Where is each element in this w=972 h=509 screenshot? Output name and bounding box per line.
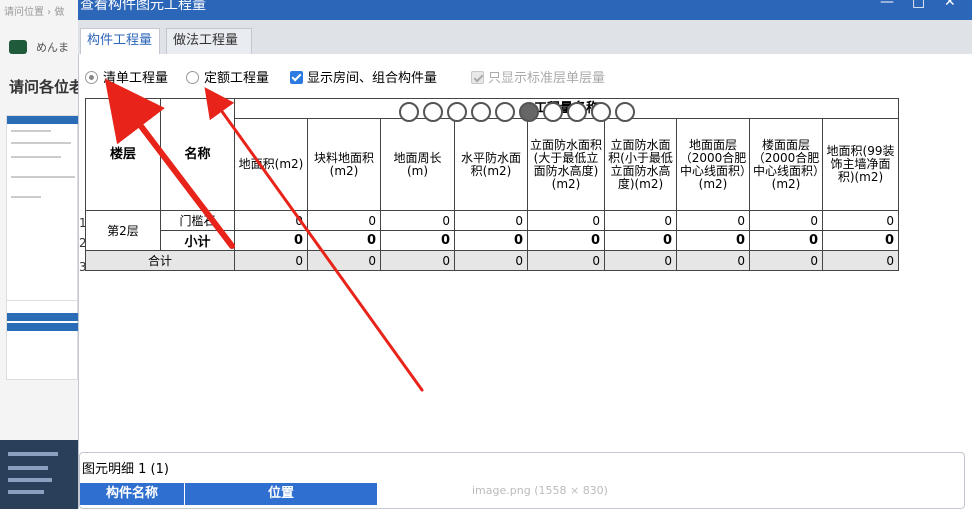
cell-value[interactable]: 0 bbox=[380, 250, 455, 271]
cell-value[interactable]: 0 bbox=[822, 230, 899, 251]
cell-value[interactable]: 0 bbox=[380, 210, 455, 231]
column-header-component-name[interactable]: 构件名称 bbox=[80, 483, 184, 505]
pager-dot-icon[interactable] bbox=[543, 102, 563, 122]
close-button[interactable]: ✕ bbox=[944, 0, 956, 10]
cell-value[interactable]: 0 bbox=[380, 230, 455, 251]
cell-value[interactable]: 0 bbox=[454, 250, 528, 271]
cell-value[interactable]: 0 bbox=[676, 250, 750, 271]
cell-floor[interactable]: 第2层 bbox=[85, 210, 161, 251]
pager-dot-selected-icon[interactable] bbox=[519, 102, 539, 122]
background-page: 请问位置 › 做 めんま 请问各位老 bbox=[0, 0, 78, 509]
cell-value[interactable]: 0 bbox=[676, 230, 750, 251]
cell-value[interactable]: 0 bbox=[307, 250, 381, 271]
pager-dot-icon[interactable] bbox=[567, 102, 587, 122]
cell-value[interactable]: 0 bbox=[604, 250, 677, 271]
tab-method-quantity[interactable]: 做法工程量 bbox=[166, 28, 252, 54]
element-detail-panel: 图元明细 1 (1) 构件名称 位置 image.png (1558 × 830… bbox=[79, 452, 965, 509]
table-row-total[interactable]: 合计 0 0 0 0 0 0 0 0 0 bbox=[85, 250, 899, 271]
cell-name[interactable]: 小计 bbox=[160, 230, 235, 251]
column-header[interactable]: 地面积(m2) bbox=[234, 118, 308, 211]
cell-value[interactable]: 0 bbox=[454, 210, 528, 231]
cell-value[interactable]: 0 bbox=[822, 250, 899, 271]
checkbox-disabled-icon bbox=[471, 71, 484, 84]
component-quantity-dialog: 查看构件图元工程量 — □ ✕ 构件工程量 做法工程量 清单工程量 定额工程量 … bbox=[78, 0, 972, 509]
cell-value[interactable]: 0 bbox=[307, 230, 381, 251]
radio-unselected-icon[interactable] bbox=[186, 71, 199, 84]
cell-value[interactable]: 0 bbox=[676, 210, 750, 231]
column-header[interactable]: 地面积(99装饰主墙净面积)(m2) bbox=[822, 118, 899, 211]
radio-bill-quantity[interactable]: 清单工程量 bbox=[85, 70, 168, 88]
cell-value[interactable]: 0 bbox=[307, 210, 381, 231]
radio-quota-quantity[interactable]: 定额工程量 bbox=[186, 70, 269, 88]
cell-value[interactable]: 0 bbox=[604, 210, 677, 231]
tab-bar: 构件工程量 做法工程量 bbox=[78, 20, 972, 54]
pager-dot-icon[interactable] bbox=[423, 102, 443, 122]
table-row-subtotal[interactable]: 小计 0 0 0 0 0 0 0 0 0 bbox=[86, 230, 899, 251]
cell-value[interactable]: 0 bbox=[234, 210, 308, 231]
cell-value[interactable]: 0 bbox=[454, 230, 528, 251]
checkbox-standard-floor: 只显示标准层单层量 bbox=[471, 70, 605, 88]
quantity-table: 楼层 名称 工程量名称 地面积(m2) 块料地面积(m2) 地面周长(m) 水平… bbox=[85, 98, 899, 271]
header-name[interactable]: 名称 bbox=[160, 98, 235, 211]
column-header-position[interactable]: 位置 bbox=[185, 483, 377, 505]
background-question-title: 请问各位老 bbox=[9, 78, 78, 96]
pager-dot-icon[interactable] bbox=[471, 102, 491, 122]
cell-value[interactable]: 0 bbox=[527, 210, 605, 231]
maximize-button[interactable]: □ bbox=[912, 0, 925, 10]
background-screenshot-thumbnail bbox=[6, 115, 78, 305]
checkbox-standard-floor-label: 只显示标准层单层量 bbox=[488, 71, 606, 86]
cell-value[interactable]: 0 bbox=[527, 250, 605, 271]
header-floor[interactable]: 楼层 bbox=[85, 98, 161, 211]
pager-dot-icon[interactable] bbox=[447, 102, 467, 122]
minimize-button[interactable]: — bbox=[880, 0, 894, 10]
cell-value[interactable]: 0 bbox=[527, 230, 605, 251]
cell-value[interactable]: 0 bbox=[749, 210, 823, 231]
background-breadcrumb: 请问位置 › 做 bbox=[4, 7, 65, 18]
radio-bill-label: 清单工程量 bbox=[103, 71, 169, 86]
background-user-name[interactable]: めんま bbox=[36, 39, 69, 55]
table-row[interactable]: 第2层 门槛石 0 0 0 0 0 0 0 0 0 bbox=[85, 210, 899, 251]
column-header[interactable]: 楼面面层（2000合肥中心线面积）(m2) bbox=[749, 118, 823, 211]
pager-dot-icon[interactable] bbox=[495, 102, 515, 122]
column-header[interactable]: 立面防水面积(小于最低立面防水高度)(m2) bbox=[604, 118, 677, 211]
cell-value[interactable]: 0 bbox=[822, 210, 899, 231]
pager-dot-icon[interactable] bbox=[591, 102, 611, 122]
radio-quota-label: 定额工程量 bbox=[204, 71, 270, 86]
column-header[interactable]: 水平防水面积(m2) bbox=[454, 118, 528, 211]
tab-component-quantity[interactable]: 构件工程量 bbox=[80, 28, 160, 54]
radio-selected-icon[interactable] bbox=[85, 71, 98, 84]
pager-dot-icon[interactable] bbox=[399, 102, 419, 122]
column-header[interactable]: 立面防水面积(大于最低立面防水高度)(m2) bbox=[527, 118, 605, 211]
cell-total-label[interactable]: 合计 bbox=[85, 250, 235, 271]
image-caption: image.png (1558 × 830) bbox=[472, 484, 608, 497]
element-detail-title: 图元明细 1 (1) bbox=[82, 462, 169, 477]
background-screenshot-thumbnail-2 bbox=[6, 300, 78, 380]
column-header[interactable]: 地面面层（2000合肥中心线面积）(m2) bbox=[676, 118, 750, 211]
cell-value[interactable]: 0 bbox=[234, 230, 308, 251]
checkbox-show-rooms-label: 显示房间、组合构件量 bbox=[307, 71, 438, 86]
dialog-title-bar[interactable]: 查看构件图元工程量 — □ ✕ bbox=[78, 0, 972, 20]
column-header[interactable]: 块料地面积(m2) bbox=[307, 118, 381, 211]
dialog-title: 查看构件图元工程量 bbox=[80, 0, 206, 13]
column-header[interactable]: 地面周长(m) bbox=[380, 118, 455, 211]
tab-content: 清单工程量 定额工程量 显示房间、组合构件量 只显示标准层单层量 1 2 3 楼… bbox=[78, 54, 972, 509]
checkbox-checked-icon[interactable] bbox=[290, 71, 303, 84]
background-dark-panel bbox=[0, 440, 78, 509]
cell-value[interactable]: 0 bbox=[234, 250, 308, 271]
cell-value[interactable]: 0 bbox=[749, 250, 823, 271]
pager-dot-icon[interactable] bbox=[615, 102, 635, 122]
cell-name[interactable]: 门槛石 bbox=[160, 210, 235, 231]
avatar[interactable] bbox=[9, 40, 27, 54]
cell-value[interactable]: 0 bbox=[749, 230, 823, 251]
checkbox-show-rooms[interactable]: 显示房间、组合构件量 bbox=[290, 70, 437, 88]
cell-value[interactable]: 0 bbox=[604, 230, 677, 251]
